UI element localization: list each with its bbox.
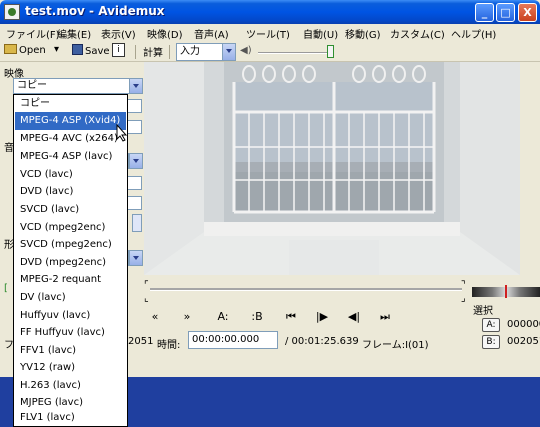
speaker-icon: ◀)	[240, 45, 252, 56]
slider-bracket-left: ⌜	[144, 280, 149, 291]
menu-edit[interactable]: 編集(E)	[57, 26, 91, 41]
menu-audio[interactable]: 音声(A)	[194, 26, 229, 41]
video-codec-dropdown-list: コピー MPEG-4 ASP (Xvid4) MPEG-4 AVC (x264)…	[13, 94, 128, 427]
codec-option[interactable]: FLV1 (lavc)	[15, 409, 126, 427]
codec-option[interactable]: DVD (lavc)	[15, 183, 126, 201]
maximize-button[interactable]: □	[496, 3, 515, 22]
codec-option[interactable]: YV12 (raw)	[15, 359, 126, 377]
menu-auto[interactable]: 自動(U)	[303, 26, 338, 41]
meter-marker	[505, 285, 507, 298]
info-button[interactable]: i	[112, 43, 125, 57]
audio-codec-select[interactable]	[128, 153, 143, 169]
slider-bracket-right-bottom: ⌟	[461, 293, 466, 304]
next-keyframe-button[interactable]: |▶	[311, 307, 333, 327]
chevron-down-icon	[129, 154, 142, 168]
selection-b-value: 002051	[507, 336, 540, 347]
codec-option[interactable]: DV (lavc)	[15, 289, 126, 307]
close-button[interactable]: X	[518, 3, 537, 22]
menu-view[interactable]: 表示(V)	[101, 26, 136, 41]
frame-type-info: フレーム:I(01)	[362, 340, 429, 351]
current-time-input[interactable]: 00:00:00.000	[188, 331, 278, 349]
open-label: Open	[19, 45, 46, 56]
toolbar-separator	[135, 45, 136, 59]
codec-option[interactable]: MPEG-4 AVC (x264)	[15, 130, 126, 148]
frame-count-fragment: 2051	[128, 336, 154, 347]
codec-option[interactable]: SVCD (mpeg2enc)	[15, 236, 126, 254]
right-panel-area	[520, 62, 540, 275]
left-bracket-fragment: [	[4, 283, 8, 294]
set-marker-b-button[interactable]: :B	[244, 307, 270, 327]
format-select[interactable]	[128, 250, 143, 266]
volume-slider-track[interactable]	[258, 52, 333, 54]
video-preview[interactable]	[144, 62, 520, 275]
toolbar-separator	[169, 45, 170, 59]
menu-file[interactable]: ファイル(F)	[6, 26, 60, 41]
menu-go[interactable]: 移動(G)	[345, 26, 381, 41]
fast-forward-button[interactable]: »	[176, 307, 198, 327]
selection-a-value: 000000	[507, 319, 540, 330]
open-button[interactable]: Open	[4, 44, 46, 56]
previous-keyframe-button[interactable]: ◀|	[343, 307, 365, 327]
input-select[interactable]: 入力	[176, 43, 236, 61]
codec-option[interactable]: MPEG-2 requant	[15, 271, 126, 289]
codec-option[interactable]: DVD (mpeg2enc)	[15, 254, 126, 272]
volume-slider-thumb[interactable]	[327, 45, 334, 58]
chevron-down-icon	[129, 251, 142, 265]
total-duration: / 00:01:25.639	[285, 336, 359, 347]
menu-tools[interactable]: ツール(T)	[246, 26, 290, 41]
codec-option[interactable]: VCD (mpeg2enc)	[15, 219, 126, 237]
selection-b-button[interactable]: B:	[482, 335, 500, 349]
folder-icon	[4, 44, 17, 54]
selection-label: 選択	[473, 306, 493, 317]
save-label: Save	[85, 46, 110, 57]
position-slider[interactable]	[150, 288, 462, 291]
codec-option[interactable]: FF Huffyuv (lavc)	[15, 324, 126, 342]
mouse-cursor-icon	[116, 124, 128, 142]
set-marker-a-button[interactable]: A:	[210, 307, 236, 327]
video-frame-image	[144, 62, 520, 275]
minimize-button[interactable]: _	[475, 3, 494, 22]
menu-custom[interactable]: カスタム(C)	[390, 26, 445, 41]
menu-help[interactable]: ヘルプ(H)	[451, 26, 496, 41]
open-dropdown-arrow[interactable]: ▾	[54, 44, 59, 55]
codec-option[interactable]: H.263 (lavc)	[15, 377, 126, 395]
menu-video[interactable]: 映像(D)	[147, 26, 183, 41]
menu-bar: ファイル(F) 編集(E) 表示(V) 映像(D) 音声(A) ツール(T) 自…	[0, 24, 540, 42]
go-last-frame-button[interactable]: ⏭	[374, 307, 396, 327]
calculator-button[interactable]: 計算	[143, 44, 163, 59]
codec-option[interactable]: FFV1 (lavc)	[15, 342, 126, 360]
codec-option[interactable]: MPEG-4 ASP (Xvid4)	[15, 112, 126, 130]
audio-shift-spinner[interactable]	[132, 214, 142, 232]
app-icon[interactable]	[4, 4, 20, 20]
codec-option[interactable]: Huffyuv (lavc)	[15, 307, 126, 325]
save-button[interactable]: Save	[72, 44, 110, 57]
disk-icon	[72, 44, 83, 55]
selection-a-button[interactable]: A:	[482, 318, 500, 332]
codec-option[interactable]: VCD (lavc)	[15, 166, 126, 184]
title-bar[interactable]: test.mov - Avidemux _ □ X	[0, 0, 540, 24]
slider-bracket-left-bottom: ⌞	[144, 293, 149, 304]
video-codec-value: コピー	[17, 80, 47, 91]
video-codec-select[interactable]: コピー	[13, 78, 143, 94]
codec-option[interactable]: コピー	[15, 95, 126, 113]
window-title: test.mov - Avidemux	[25, 4, 165, 18]
codec-option[interactable]: MPEG-4 ASP (lavc)	[15, 148, 126, 166]
rewind-button[interactable]: «	[144, 307, 166, 327]
codec-option[interactable]: SVCD (lavc)	[15, 201, 126, 219]
input-select-value: 入力	[180, 46, 200, 57]
chevron-down-icon	[222, 44, 235, 60]
time-label: 時間:	[157, 340, 181, 351]
go-first-frame-button[interactable]: ⏮	[280, 307, 302, 327]
chevron-down-icon	[129, 79, 142, 93]
